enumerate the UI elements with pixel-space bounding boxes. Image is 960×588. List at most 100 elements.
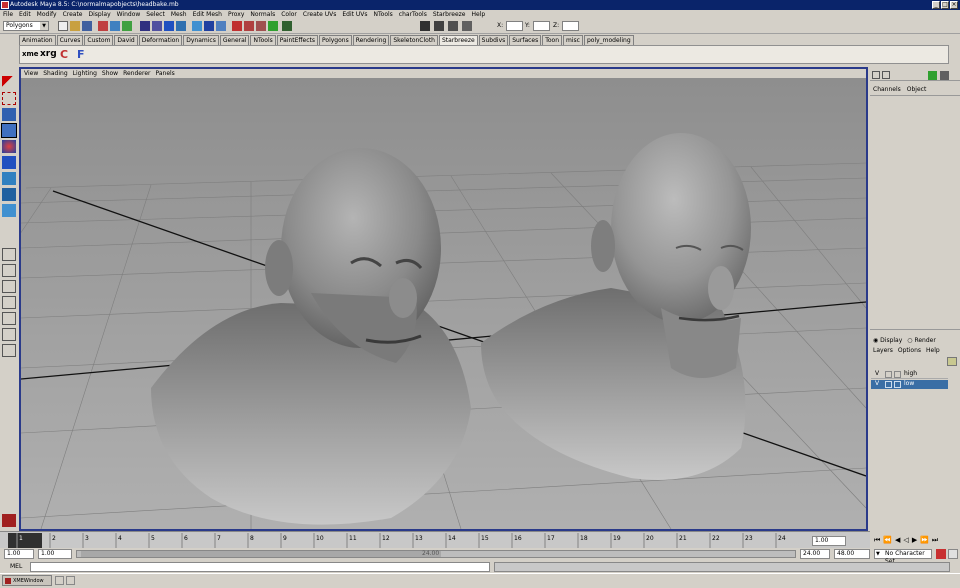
rotate-tool-icon[interactable] (2, 140, 16, 153)
menu-edit-mesh[interactable]: Edit Mesh (193, 10, 222, 19)
mel-label[interactable]: MEL (10, 563, 22, 570)
vp-menu-panels[interactable]: Panels (155, 69, 174, 78)
layout-icon[interactable] (2, 344, 16, 357)
layer-row[interactable]: V low (871, 380, 948, 389)
menu-normals[interactable]: Normals (250, 10, 275, 19)
history-icon[interactable] (192, 21, 202, 31)
menu-set-dropdown[interactable]: Polygons ▼ (3, 21, 49, 31)
attribute-editor-icon[interactable] (420, 21, 430, 31)
soft-mod-icon[interactable] (2, 188, 16, 201)
menu-help[interactable]: Help (472, 10, 486, 19)
channel-box-icon[interactable] (448, 21, 458, 31)
restore-icon[interactable] (55, 576, 64, 585)
tab-rendering[interactable]: Rendering (352, 35, 390, 45)
menu-modify[interactable]: Modify (37, 10, 57, 19)
persp-graph-icon[interactable] (2, 312, 16, 325)
auto-key-icon[interactable] (936, 549, 946, 559)
menu-edit[interactable]: Edit (19, 10, 31, 19)
tab-starbreeze[interactable]: Starbreeze (439, 35, 478, 45)
character-set-dropdown[interactable]: ▼ No Character Set (874, 549, 932, 565)
menu-window[interactable]: Window (117, 10, 141, 19)
command-input[interactable] (30, 562, 490, 572)
time-slider[interactable]: 1 2 3 4 5 6 7 8 9 10 11 12 13 14 15 16 17 18 19 20 21 22 23 24 … (0, 531, 938, 549)
menu-edit-uvs[interactable]: Edit UVs (342, 10, 367, 19)
hypershade-layout-icon[interactable] (2, 328, 16, 341)
tool-toggle-icon[interactable] (940, 71, 949, 80)
persp-outliner-icon[interactable] (2, 296, 16, 309)
maximize-button[interactable]: □ (941, 1, 949, 9)
play-back-icon[interactable]: ◁ (903, 536, 908, 545)
current-frame-field[interactable]: 1.00 (812, 536, 846, 546)
shelf-button-c[interactable]: C (60, 48, 68, 61)
new-scene-icon[interactable] (58, 21, 68, 31)
tool-settings-icon[interactable] (434, 21, 444, 31)
menu-proxy[interactable]: Proxy (228, 10, 244, 19)
menu-select[interactable]: Select (146, 10, 165, 19)
tab-animation[interactable]: Animation (19, 35, 56, 45)
render-globals-icon[interactable] (268, 21, 278, 31)
select-component-icon[interactable] (122, 21, 132, 31)
channel-toggle-icon[interactable] (872, 71, 880, 79)
single-pane-icon[interactable] (2, 248, 16, 261)
start-time-field[interactable]: 1.00 (4, 549, 34, 559)
menu-mesh[interactable]: Mesh (171, 10, 187, 19)
tab-deformation[interactable]: Deformation (138, 35, 183, 45)
layer-editor-icon[interactable] (462, 21, 472, 31)
select-tool-icon[interactable] (2, 76, 16, 89)
layer-row[interactable]: V high (871, 370, 948, 379)
step-forward-icon[interactable]: ⏩ (920, 536, 929, 545)
tab-subdivs[interactable]: Subdivs (478, 35, 509, 45)
tab-painteffects[interactable]: PaintEffects (276, 35, 319, 45)
move-tool-icon[interactable] (1, 123, 17, 138)
perspective-viewport[interactable]: View Shading Lighting Show Renderer Pane… (19, 67, 868, 531)
lasso-tool-icon[interactable] (2, 92, 16, 105)
tab-skeletoncloth[interactable]: SkeletonCloth (390, 35, 438, 45)
menu-chartools[interactable]: charTools (399, 10, 427, 19)
playback-end-field[interactable]: 24.00 (800, 549, 830, 559)
input-ops-icon[interactable] (204, 21, 214, 31)
layer-color-swatch[interactable] (894, 371, 901, 378)
scale-tool-icon[interactable] (2, 156, 16, 169)
tab-toon[interactable]: Toon (542, 35, 563, 45)
menu-file[interactable]: File (3, 10, 13, 19)
current-time-marker[interactable] (8, 533, 42, 548)
hypershade-icon[interactable] (282, 21, 292, 31)
snap-curve-icon[interactable] (152, 21, 162, 31)
layer-color-swatch[interactable] (894, 381, 901, 388)
vp-menu-shading[interactable]: Shading (43, 69, 67, 78)
snap-plane-icon[interactable] (176, 21, 186, 31)
save-scene-icon[interactable] (82, 21, 92, 31)
channels-menu[interactable]: Channels (873, 86, 901, 93)
tab-polygons[interactable]: Polygons (319, 35, 352, 45)
snap-grid-icon[interactable] (140, 21, 150, 31)
help-menu[interactable]: Help (926, 347, 940, 354)
layer-toggle-icon[interactable] (928, 71, 937, 80)
layer-type-box[interactable] (885, 381, 892, 388)
layer-visibility-toggle[interactable]: V (875, 370, 879, 377)
close-button[interactable]: × (950, 1, 958, 9)
menu-starbreeze[interactable]: Starbreeze (433, 10, 466, 19)
layer-name[interactable]: low (904, 380, 914, 387)
paint-select-icon[interactable] (2, 108, 16, 121)
x-input[interactable] (506, 21, 523, 31)
step-back-frame-icon[interactable]: ◀ (895, 536, 900, 545)
output-ops-icon[interactable] (216, 21, 226, 31)
playback-start-field[interactable]: 1.00 (38, 549, 72, 559)
select-hierarchy-icon[interactable] (98, 21, 108, 31)
snap-point-icon[interactable] (164, 21, 174, 31)
tab-custom[interactable]: Custom (84, 35, 114, 45)
anim-prefs-icon[interactable] (948, 549, 958, 559)
vp-menu-lighting[interactable]: Lighting (73, 69, 97, 78)
tab-poly-modeling[interactable]: poly_modeling (583, 35, 634, 45)
select-object-icon[interactable] (110, 21, 120, 31)
time-ruler[interactable]: 1 2 3 4 5 6 7 8 9 10 11 12 13 14 15 16 17 18 19 20 21 22 23 24 (0, 532, 810, 549)
menu-create-uvs[interactable]: Create UVs (303, 10, 336, 19)
render-view-icon[interactable] (232, 21, 242, 31)
go-to-start-icon[interactable]: ⏮ (874, 536, 880, 545)
shelf-button-f[interactable]: F (77, 48, 85, 61)
manipulator-icon[interactable] (2, 172, 16, 185)
layer-visibility-toggle[interactable]: V (875, 380, 879, 387)
minimize-button[interactable]: _ (932, 1, 940, 9)
menu-display[interactable]: Display (89, 10, 111, 19)
maximize-icon[interactable] (66, 576, 75, 585)
